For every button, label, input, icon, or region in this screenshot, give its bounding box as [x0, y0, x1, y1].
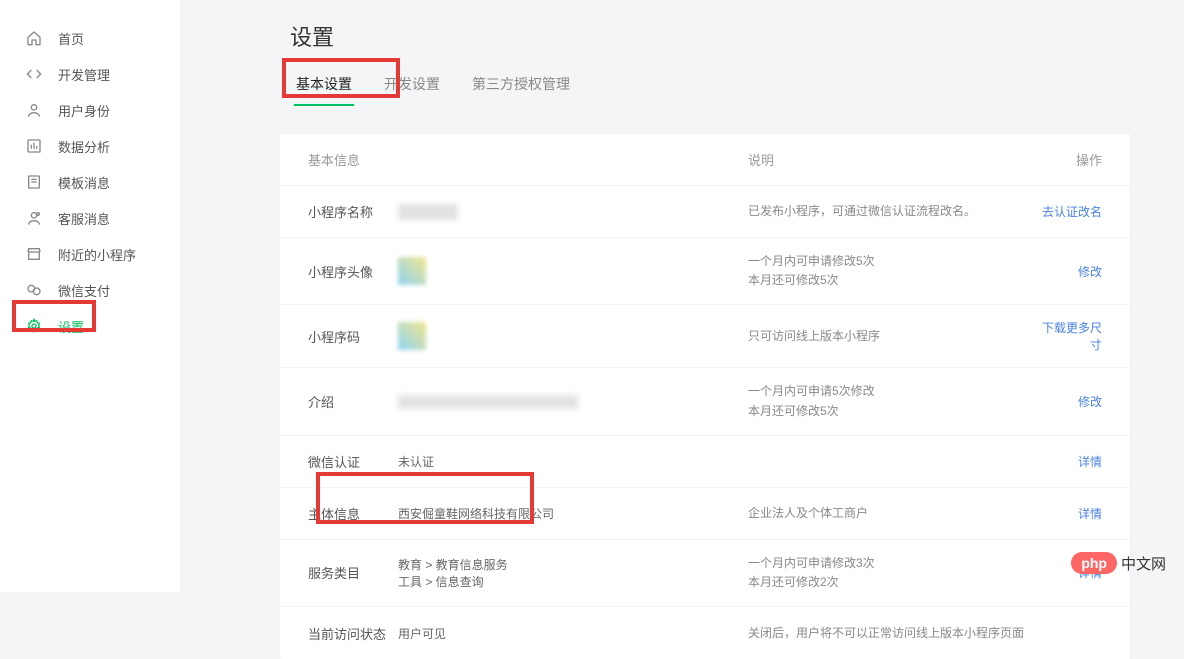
sidebar-item-home[interactable]: 首页: [0, 20, 180, 56]
row-desc: 一个月内可申请修改3次 本月还可修改2次: [748, 554, 1032, 592]
blurred-value: [398, 204, 458, 220]
row-desc: 关闭后，用户将不可以正常访问线上版本小程序页面: [748, 624, 1032, 643]
row-intro: 介绍 一个月内可申请5次修改 本月还可修改5次 修改: [280, 368, 1130, 435]
pay-icon: [24, 280, 44, 300]
header-col-basic: 基本信息: [308, 150, 748, 169]
row-value: [398, 322, 748, 350]
sidebar-item-label: 首页: [58, 29, 84, 48]
row-action-modify[interactable]: 修改: [1032, 263, 1102, 280]
tabs: 基本设置 开发设置 第三方授权管理: [294, 68, 1130, 106]
row-label: 小程序头像: [308, 262, 398, 281]
row-value: 西安倔童鞋网络科技有限公司: [398, 505, 748, 522]
row-value: 未认证: [398, 453, 748, 470]
sidebar-item-pay[interactable]: 微信支付: [0, 272, 180, 308]
sidebar-item-label: 开发管理: [58, 65, 110, 84]
tab-basic[interactable]: 基本设置: [294, 68, 354, 106]
row-desc: 一个月内可申请修改5次 本月还可修改5次: [748, 252, 1032, 290]
panel-header: 基本信息 说明 操作: [280, 134, 1130, 186]
support-icon: [24, 208, 44, 228]
row-value: [398, 394, 748, 409]
home-icon: [24, 28, 44, 48]
sidebar-item-nearby[interactable]: 附近的小程序: [0, 236, 180, 272]
row-label: 主体信息: [308, 504, 398, 523]
row-desc: 只可访问线上版本小程序: [748, 327, 1032, 346]
row-desc: 企业法人及个体工商户: [748, 504, 1032, 523]
row-value: [398, 257, 748, 285]
row-label: 小程序名称: [308, 202, 398, 221]
row-action-detail[interactable]: 详情: [1032, 505, 1102, 522]
row-label: 微信认证: [308, 452, 398, 471]
sidebar-item-label: 模板消息: [58, 173, 110, 192]
header-col-action: 操作: [1042, 150, 1102, 169]
row-action-detail[interactable]: 详情: [1032, 453, 1102, 470]
main-content: 设置 基本设置 开发设置 第三方授权管理 基本信息 说明 操作 小程序名称 已发…: [200, 0, 1160, 592]
blurred-qrcode: [398, 322, 426, 350]
row-label: 小程序码: [308, 327, 398, 346]
row-service-category: 服务类目 教育 > 教育信息服务 工具 > 信息查询 一个月内可申请修改3次 本…: [280, 540, 1130, 607]
row-app-qrcode: 小程序码 只可访问线上版本小程序 下载更多尺寸: [280, 305, 1130, 368]
store-icon: [24, 244, 44, 264]
blurred-avatar: [398, 257, 426, 285]
settings-panel: 基本信息 说明 操作 小程序名称 已发布小程序，可通过微信认证流程改名。 去认证…: [280, 134, 1130, 659]
sidebar-item-user[interactable]: 用户身份: [0, 92, 180, 128]
row-value: [398, 204, 748, 220]
footer-text: 中文网: [1121, 553, 1166, 574]
sidebar-item-label: 附近的小程序: [58, 245, 136, 264]
row-app-name: 小程序名称 已发布小程序，可通过微信认证流程改名。 去认证改名: [280, 186, 1130, 238]
sidebar-item-settings[interactable]: 设置: [0, 308, 180, 344]
row-label: 当前访问状态: [308, 624, 398, 643]
sidebar-item-label: 数据分析: [58, 137, 110, 156]
row-action-download[interactable]: 下载更多尺寸: [1032, 319, 1102, 353]
sidebar-item-support[interactable]: 客服消息: [0, 200, 180, 236]
php-logo-pill: php: [1071, 552, 1117, 574]
chart-icon: [24, 136, 44, 156]
sidebar-item-label: 微信支付: [58, 281, 110, 300]
doc-icon: [24, 172, 44, 192]
sidebar-item-label: 设置: [58, 317, 84, 336]
tab-thirdparty[interactable]: 第三方授权管理: [470, 68, 572, 106]
row-wechat-verify: 微信认证 未认证 详情: [280, 436, 1130, 488]
sidebar: 首页 开发管理 用户身份 数据分析 模板消息 客服消息 附近的小程序 微信支付 …: [0, 0, 180, 592]
row-app-avatar: 小程序头像 一个月内可申请修改5次 本月还可修改5次 修改: [280, 238, 1130, 305]
row-entity-info: 主体信息 西安倔童鞋网络科技有限公司 企业法人及个体工商户 详情: [280, 488, 1130, 540]
row-label: 介绍: [308, 392, 398, 411]
code-icon: [24, 64, 44, 84]
row-label: 服务类目: [308, 563, 398, 582]
blurred-intro: [398, 395, 578, 409]
tab-dev[interactable]: 开发设置: [382, 68, 442, 106]
row-action-modify[interactable]: 修改: [1032, 393, 1102, 410]
row-access-status: 当前访问状态 用户可见 关闭后，用户将不可以正常访问线上版本小程序页面: [280, 607, 1130, 659]
page-title: 设置: [290, 20, 1130, 52]
row-desc: 一个月内可申请5次修改 本月还可修改5次: [748, 382, 1032, 420]
sidebar-item-label: 用户身份: [58, 101, 110, 120]
sidebar-item-dev[interactable]: 开发管理: [0, 56, 180, 92]
row-value: 教育 > 教育信息服务 工具 > 信息查询: [398, 556, 748, 590]
row-desc: 已发布小程序，可通过微信认证流程改名。: [748, 202, 1032, 221]
sidebar-item-template[interactable]: 模板消息: [0, 164, 180, 200]
row-action-rename[interactable]: 去认证改名: [1032, 203, 1102, 220]
user-icon: [24, 100, 44, 120]
row-value: 用户可见: [398, 625, 748, 642]
sidebar-item-label: 客服消息: [58, 209, 110, 228]
footer-watermark: php 中文网: [1071, 552, 1166, 574]
sidebar-item-analytics[interactable]: 数据分析: [0, 128, 180, 164]
gear-icon: [24, 316, 44, 336]
header-col-desc: 说明: [748, 150, 1042, 169]
